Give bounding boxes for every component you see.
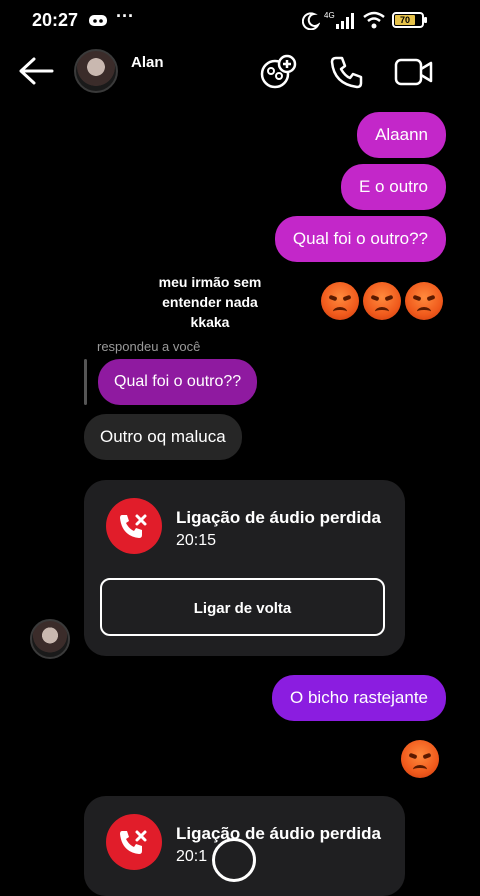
moon-icon — [302, 12, 320, 30]
outgoing-message[interactable]: Qual foi o outro?? — [274, 216, 446, 262]
call-title: Ligação de áudio perdida — [176, 508, 381, 527]
add-people-icon[interactable] — [259, 54, 297, 90]
phone-icon[interactable] — [328, 54, 364, 90]
contact-avatar[interactable] — [74, 49, 118, 93]
missed-call-icon — [106, 814, 162, 870]
signal-icon: 4G — [324, 11, 354, 29]
call-back-button[interactable]: Ligar de volta — [100, 578, 385, 636]
angry-emoji-icon — [363, 282, 401, 320]
reply-label: respondeu a você — [97, 339, 201, 354]
quoted-message[interactable]: Qual foi o outro?? — [98, 359, 258, 405]
status-time: 20:27 — [32, 10, 79, 30]
scroll-down-button[interactable] — [212, 838, 256, 882]
wifi-icon — [363, 11, 385, 29]
sender-avatar[interactable] — [30, 619, 70, 659]
incoming-message[interactable]: Outro oq maluca — [84, 414, 242, 460]
angry-emoji-icon — [401, 740, 439, 778]
overlay-caption: meu irmão sem entender nada kkaka — [158, 274, 262, 330]
back-arrow-icon[interactable] — [18, 56, 54, 86]
call-time: 20:15 — [176, 532, 217, 549]
angry-emoji-icon — [405, 282, 443, 320]
outgoing-message[interactable]: E o outro — [341, 164, 446, 210]
call-title: Ligação de áudio perdida — [176, 824, 381, 843]
missed-call-card: Ligação de áudio perdida 20:15 Ligar de … — [84, 480, 405, 656]
status-bar: 20:27 ··· 4G 70 — [0, 0, 480, 40]
outgoing-message[interactable]: Alaann — [357, 112, 446, 158]
missed-call-icon — [106, 498, 162, 554]
battery-icon: 70 — [392, 12, 427, 28]
outgoing-message[interactable]: O bicho rastejante — [272, 675, 446, 721]
svg-text:4G: 4G — [324, 11, 335, 20]
battery-level: 70 — [400, 15, 411, 25]
contact-name[interactable]: Alan — [131, 54, 164, 71]
call-time: 20:1 — [176, 848, 208, 865]
discord-icon — [89, 15, 107, 26]
reply-indicator — [84, 359, 87, 405]
video-icon[interactable] — [394, 56, 434, 88]
angry-emoji-icon — [321, 282, 359, 320]
more-notifications-icon: ··· — [116, 6, 134, 26]
